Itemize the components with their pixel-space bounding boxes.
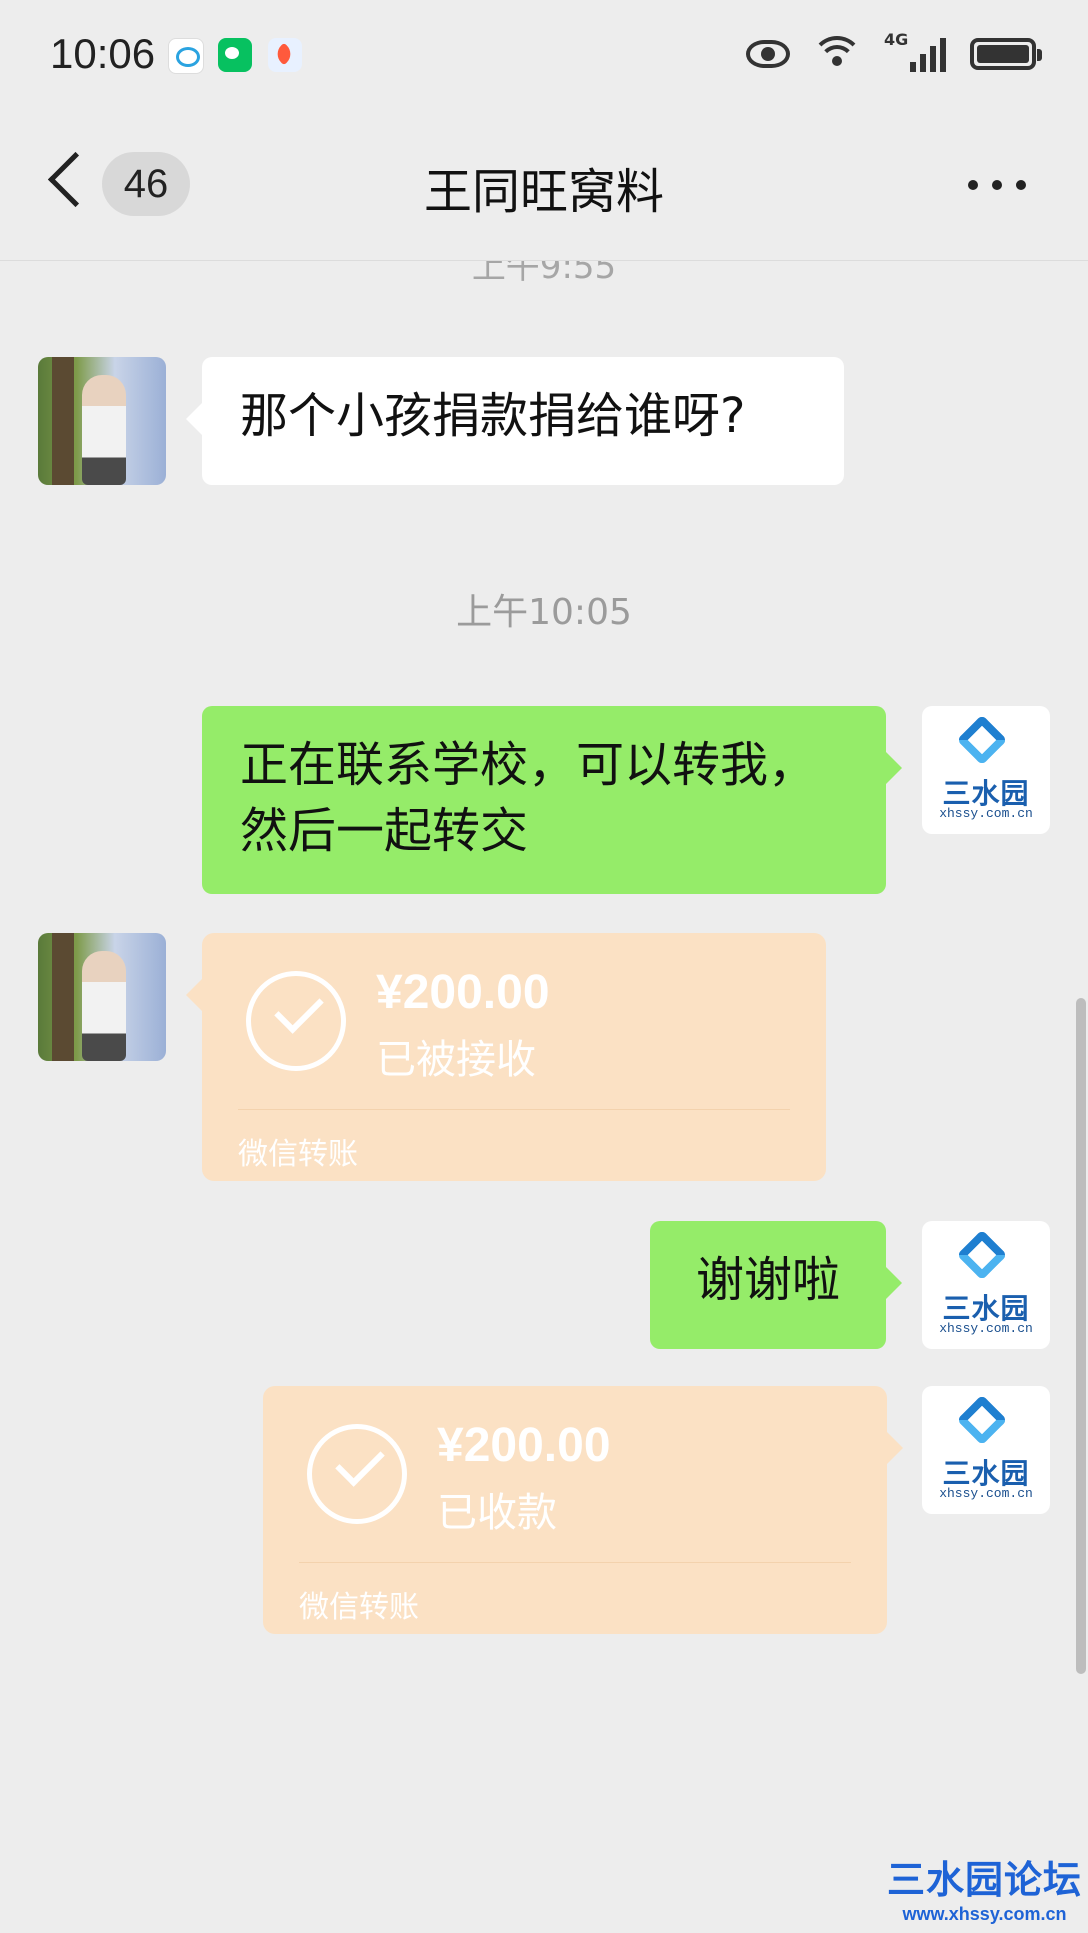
divider bbox=[238, 1109, 790, 1110]
watermark-url: www.xhssy.com.cn bbox=[902, 1904, 1067, 1924]
app-notification-icon bbox=[268, 38, 302, 72]
signal-icon: 4G bbox=[884, 30, 946, 72]
avatar-logo-url: xhssy.com.cn bbox=[939, 1321, 1033, 1336]
transfer-status: 已收款 bbox=[437, 1490, 557, 1536]
message-timestamp: 上午10:05 bbox=[456, 592, 632, 633]
logo-mark-icon bbox=[956, 714, 1008, 766]
message-bubble-incoming[interactable]: 那个小孩捐款捐给谁呀? bbox=[186, 357, 844, 485]
wechat-notification-icon bbox=[218, 38, 252, 72]
watermark-title: 三水园论坛 bbox=[886, 1858, 1082, 1902]
transfer-amount: ¥200.00 bbox=[376, 966, 550, 1019]
status-time: 10:06 bbox=[50, 30, 156, 77]
logo-mark-icon bbox=[956, 1229, 1008, 1281]
friend-avatar[interactable] bbox=[38, 357, 166, 485]
status-bar: 10:06 4G bbox=[0, 0, 1088, 110]
battery-icon bbox=[970, 38, 1042, 70]
message-notification-icon bbox=[168, 38, 204, 74]
avatar-logo-url: xhssy.com.cn bbox=[939, 806, 1033, 821]
my-avatar[interactable]: 三水园 xhssy.com.cn bbox=[922, 1221, 1050, 1349]
chat-title: 王同旺窝料 bbox=[423, 164, 664, 220]
watermark: 三水园论坛 www.xhssy.com.cn bbox=[887, 1849, 1082, 1925]
check-circle-icon bbox=[307, 1424, 407, 1524]
transfer-footer: 微信转账 bbox=[299, 1590, 419, 1625]
message-bubble-outgoing[interactable]: 谢谢啦 bbox=[650, 1221, 902, 1349]
wifi-icon bbox=[811, 36, 863, 72]
logo-mark-icon bbox=[956, 1394, 1008, 1446]
transfer-amount: ¥200.00 bbox=[437, 1419, 611, 1472]
chat-header: 46 王同旺窝料 bbox=[0, 110, 1088, 261]
check-circle-icon bbox=[246, 971, 346, 1071]
status-icons: 4G bbox=[746, 30, 1042, 72]
my-avatar[interactable]: 三水园 xhssy.com.cn bbox=[922, 706, 1050, 834]
transfer-card-incoming[interactable]: ¥200.00 已被接收 微信转账 bbox=[186, 933, 826, 1181]
scrollbar[interactable] bbox=[1076, 998, 1086, 1674]
eye-icon bbox=[746, 40, 790, 68]
chat-messages[interactable]: 上午9:55 那个小孩捐款捐给谁呀? 上午10:05 正在联系学校，可以转我，然… bbox=[0, 261, 1088, 1933]
avatar-logo-url: xhssy.com.cn bbox=[939, 1486, 1033, 1501]
my-avatar[interactable]: 三水园 xhssy.com.cn bbox=[922, 1386, 1050, 1514]
divider bbox=[299, 1562, 851, 1563]
partial-timestamp: 上午9:55 bbox=[471, 261, 617, 287]
more-options-icon[interactable] bbox=[968, 180, 1026, 190]
message-bubble-outgoing[interactable]: 正在联系学校，可以转我，然后一起转交 bbox=[202, 706, 902, 894]
transfer-status: 已被接收 bbox=[376, 1037, 536, 1083]
transfer-card-outgoing[interactable]: ¥200.00 已收款 微信转账 bbox=[263, 1386, 903, 1634]
transfer-footer: 微信转账 bbox=[238, 1137, 358, 1172]
friend-avatar[interactable] bbox=[38, 933, 166, 1061]
network-type-label: 4G bbox=[884, 30, 909, 49]
